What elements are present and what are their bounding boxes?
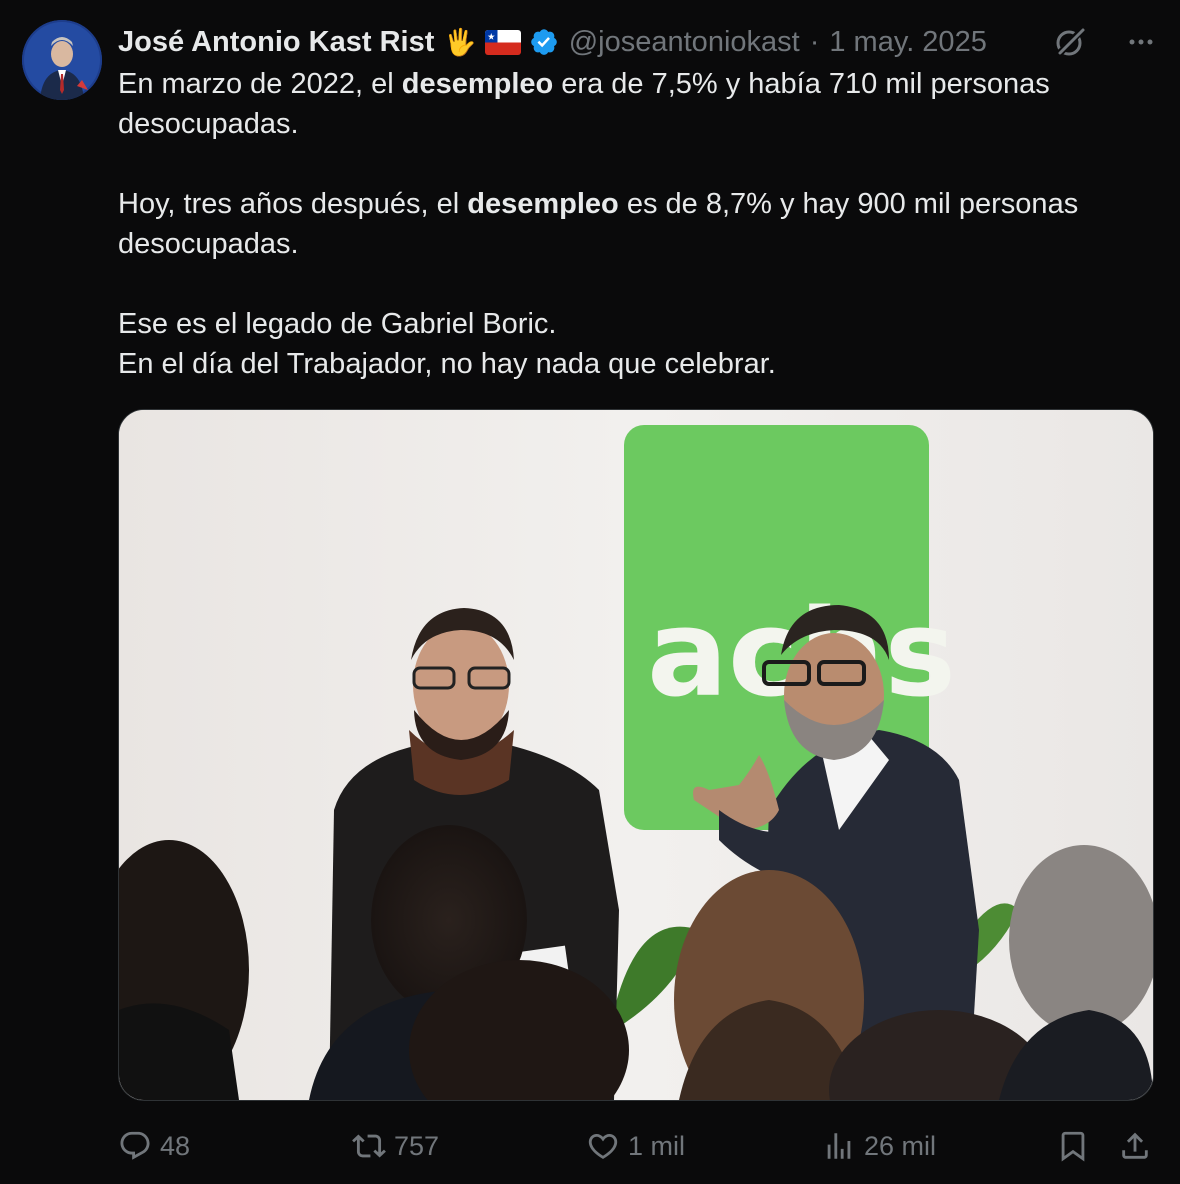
reply-icon — [120, 1131, 150, 1160]
share-button[interactable] — [1118, 1120, 1152, 1172]
like-icon — [588, 1133, 618, 1159]
bookmark-icon — [1061, 1131, 1085, 1162]
reply-button[interactable]: 48 — [118, 1120, 190, 1172]
author-name[interactable]: José Antonio Kast Rist — [118, 26, 434, 59]
tweet-header: José Antonio Kast Rist 🖐 @joseantoniokas… — [118, 22, 1156, 62]
views-button[interactable]: 26 mil — [822, 1120, 936, 1172]
tweet-actions: 48 757 1 mil 26 mil — [118, 1120, 1158, 1172]
views-count: 26 mil — [864, 1130, 937, 1161]
grok-icon[interactable] — [1052, 24, 1088, 60]
header-actions — [1052, 22, 1156, 62]
paragraph-1: En marzo de 2022, el desempleo era de 7,… — [118, 68, 1050, 140]
share-icon — [1122, 1132, 1148, 1159]
bold-keyword: desempleo — [467, 188, 619, 220]
paragraph-4: En el día del Trabajador, no hay nada qu… — [118, 348, 776, 380]
avatar-image — [22, 20, 102, 100]
paragraph-3: Ese es el legado de Gabriel Boric. — [118, 308, 557, 340]
repost-icon — [352, 1134, 386, 1158]
reply-count: 48 — [160, 1130, 191, 1161]
repost-button[interactable]: 757 — [352, 1120, 439, 1172]
tweet-photo[interactable]: achs — [118, 409, 1154, 1101]
raised-hand-emoji: 🖐 — [444, 27, 477, 57]
chile-flag-icon — [484, 29, 521, 55]
verified-icon — [530, 29, 557, 55]
author-avatar[interactable] — [22, 20, 102, 100]
photo-scene: achs — [119, 410, 1153, 1100]
bookmark-button[interactable] — [1056, 1120, 1090, 1172]
repost-count: 757 — [394, 1130, 440, 1161]
like-count: 1 mil — [628, 1130, 686, 1161]
views-icon — [827, 1133, 851, 1159]
tweet: José Antonio Kast Rist 🖐 @joseantoniokas… — [0, 0, 1180, 1184]
tweet-text: En marzo de 2022, el desempleo era de 7,… — [118, 64, 1158, 384]
header-separator: · — [809, 25, 820, 58]
more-icon[interactable] — [1126, 27, 1156, 57]
like-button[interactable]: 1 mil — [586, 1120, 685, 1172]
paragraph-2: Hoy, tres años después, el desempleo es … — [118, 188, 1079, 260]
tweet-date[interactable]: 1 may. 2025 — [829, 26, 986, 59]
bold-keyword: desempleo — [401, 68, 554, 100]
author-handle[interactable]: @joseantoniokast — [569, 26, 800, 59]
